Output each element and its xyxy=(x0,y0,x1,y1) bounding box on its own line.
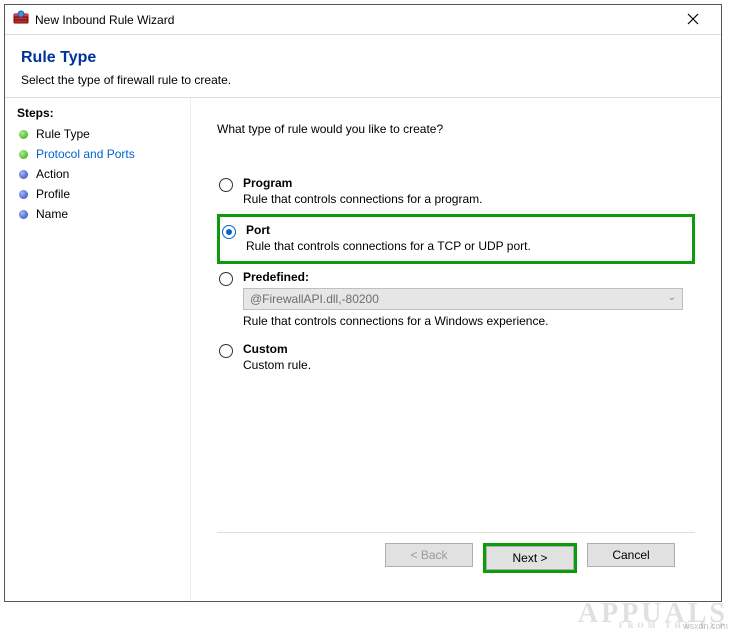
source-mark: wsxdn.com xyxy=(683,621,728,631)
bullet-icon xyxy=(19,210,28,219)
step-label: Protocol and Ports xyxy=(36,147,135,161)
step-rule-type[interactable]: Rule Type xyxy=(5,124,190,144)
option-label: Predefined: xyxy=(243,270,693,284)
close-icon xyxy=(687,12,699,28)
option-desc: Custom rule. xyxy=(243,358,693,372)
page-subtitle: Select the type of firewall rule to crea… xyxy=(21,73,705,87)
step-label: Action xyxy=(36,167,69,181)
rule-type-options: Program Rule that controls connections f… xyxy=(217,170,695,532)
option-label: Program xyxy=(243,176,693,190)
step-label: Name xyxy=(36,207,68,221)
step-label: Profile xyxy=(36,187,70,201)
option-predefined[interactable]: Predefined: @FirewallAPI.dll,-80200 ⌄ Ru… xyxy=(217,264,695,336)
step-label: Rule Type xyxy=(36,127,90,141)
option-desc: Rule that controls connections for a pro… xyxy=(243,192,693,206)
radio-port[interactable] xyxy=(222,225,236,239)
bullet-icon xyxy=(19,150,28,159)
next-button-highlight: Next > xyxy=(483,543,577,573)
option-label: Custom xyxy=(243,342,693,356)
firewall-icon xyxy=(13,10,29,29)
wizard-footer: < Back Next > Cancel xyxy=(217,532,695,587)
option-custom[interactable]: Custom Custom rule. xyxy=(217,336,695,380)
main-panel: What type of rule would you like to crea… xyxy=(191,98,721,601)
step-protocol-and-ports[interactable]: Protocol and Ports xyxy=(5,144,190,164)
option-label: Port xyxy=(246,223,690,237)
option-desc: Rule that controls connections for a TCP… xyxy=(246,239,690,253)
wizard-window: New Inbound Rule Wizard Rule Type Select… xyxy=(4,4,722,602)
titlebar: New Inbound Rule Wizard xyxy=(5,5,721,35)
radio-custom[interactable] xyxy=(219,344,233,358)
chevron-down-icon: ⌄ xyxy=(668,292,676,303)
predefined-select[interactable]: @FirewallAPI.dll,-80200 ⌄ xyxy=(243,288,683,310)
page-title: Rule Type xyxy=(21,49,705,67)
back-button: < Back xyxy=(385,543,473,567)
option-desc: Rule that controls connections for a Win… xyxy=(243,314,693,328)
steps-heading: Steps: xyxy=(5,106,190,124)
bullet-icon xyxy=(19,190,28,199)
bullet-icon xyxy=(19,170,28,179)
option-program[interactable]: Program Rule that controls connections f… xyxy=(217,170,695,214)
close-button[interactable] xyxy=(673,6,713,34)
content-body: Steps: Rule Type Protocol and Ports Acti… xyxy=(5,97,721,601)
radio-program[interactable] xyxy=(219,178,233,192)
cancel-button[interactable]: Cancel xyxy=(587,543,675,567)
option-port[interactable]: Port Rule that controls connections for … xyxy=(217,214,695,264)
step-profile[interactable]: Profile xyxy=(5,184,190,204)
radio-predefined[interactable] xyxy=(219,272,233,286)
step-name[interactable]: Name xyxy=(5,204,190,224)
predefined-select-value: @FirewallAPI.dll,-80200 xyxy=(250,292,379,306)
prompt-text: What type of rule would you like to crea… xyxy=(217,122,695,136)
header: Rule Type Select the type of firewall ru… xyxy=(5,35,721,97)
bullet-icon xyxy=(19,130,28,139)
steps-sidebar: Steps: Rule Type Protocol and Ports Acti… xyxy=(5,98,191,601)
window-title: New Inbound Rule Wizard xyxy=(35,13,673,27)
next-button[interactable]: Next > xyxy=(486,546,574,570)
step-action[interactable]: Action xyxy=(5,164,190,184)
